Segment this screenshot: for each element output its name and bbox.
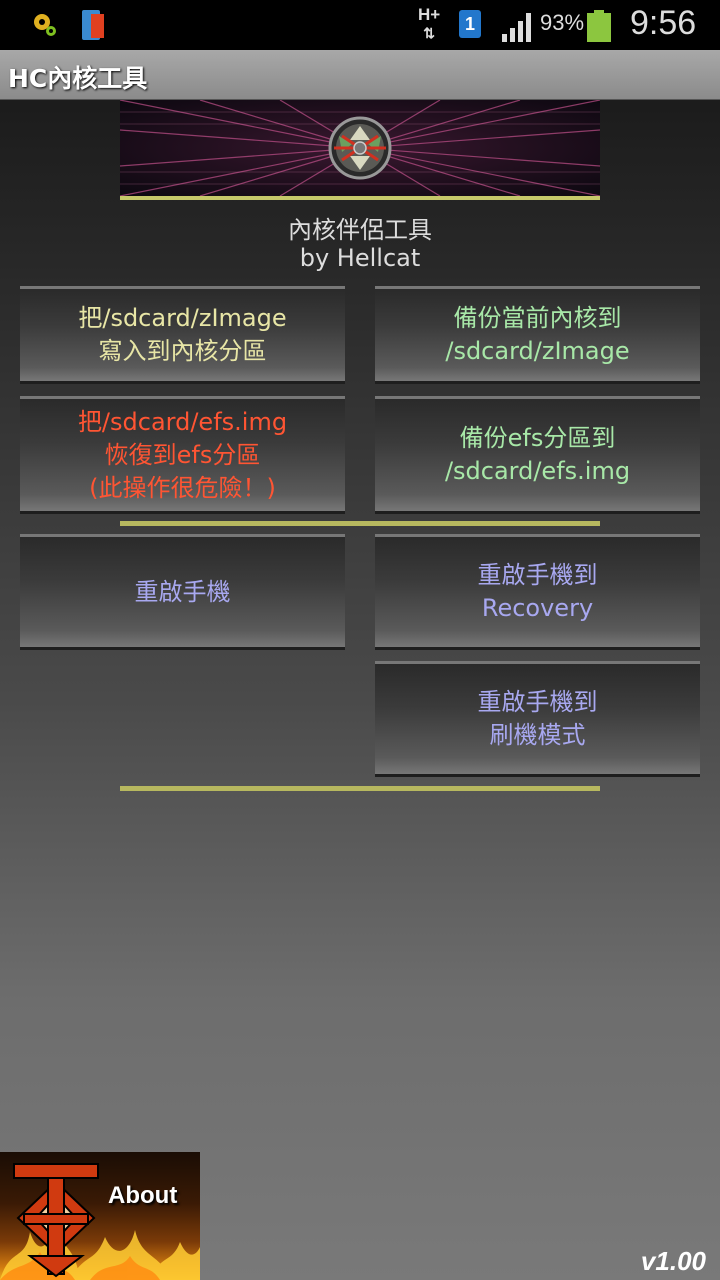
app-author: by Hellcat — [299, 244, 421, 272]
restore-efs-button[interactable]: 把/sdcard/efs.img 恢復到efs分區 (此操作很危險！) — [20, 396, 345, 514]
button-label-line: 把/sdcard/zImage — [78, 304, 287, 332]
logo-icon — [13, 1163, 99, 1278]
about-button[interactable]: About — [0, 1152, 200, 1280]
version-label: v1.00 — [640, 1246, 706, 1276]
button-label-line: 重啟手機到 — [477, 688, 598, 716]
network-type-indicator: H+ ⇅ — [418, 5, 441, 42]
signal-strength-icon — [502, 13, 531, 42]
banner-graphic — [120, 100, 600, 196]
sim-slot-icon: 1 — [459, 10, 481, 38]
backup-efs-button[interactable]: 備份efs分區到 /sdcard/efs.img — [375, 396, 700, 514]
button-label-line: 備份efs分區到 — [459, 424, 616, 452]
banner-divider — [120, 196, 600, 200]
header-banner — [120, 100, 600, 196]
button-label-line: Recovery — [481, 594, 594, 622]
battery-icon — [587, 10, 611, 42]
danger-warning-text: (此操作很危險！) — [89, 473, 276, 502]
section-divider — [120, 521, 600, 526]
clock: 9:56 — [630, 4, 697, 42]
button-label-line: 恢復到efs分區 — [104, 440, 261, 469]
data-arrows-icon: ⇅ — [423, 25, 435, 41]
about-label: About — [108, 1182, 178, 1209]
settings-notification-icon — [34, 14, 56, 36]
button-label-line: 備份當前內核到 — [453, 304, 622, 332]
status-bar: H+ ⇅ 1 93% 9:56 — [0, 0, 720, 50]
button-label-line: 把/sdcard/efs.img — [77, 407, 288, 436]
app-notification-icon — [82, 10, 104, 40]
app-title: HC內核工具 — [8, 64, 148, 93]
title-bar: HC內核工具 — [0, 50, 720, 100]
section-divider — [120, 786, 600, 791]
button-label-line: 重啟手機到 — [477, 561, 598, 589]
reboot-download-mode-button[interactable]: 重啟手機到 刷機模式 — [375, 661, 700, 777]
button-label-line: 寫入到內核分區 — [98, 337, 267, 365]
button-label-line: /sdcard/zImage — [445, 337, 630, 365]
emblem-icon — [328, 116, 392, 180]
reboot-recovery-button[interactable]: 重啟手機到 Recovery — [375, 534, 700, 650]
button-label-line: /sdcard/efs.img — [444, 457, 631, 485]
button-label-line: 刷機模式 — [489, 721, 586, 749]
backup-kernel-button[interactable]: 備份當前內核到 /sdcard/zImage — [375, 286, 700, 384]
flash-zimage-button[interactable]: 把/sdcard/zImage 寫入到內核分區 — [20, 286, 345, 384]
button-label-line: 重啟手機 — [134, 577, 231, 606]
reboot-button[interactable]: 重啟手機 — [20, 534, 345, 650]
app-subtitle: 內核伴侶工具 — [288, 216, 432, 244]
battery-percentage: 93% — [540, 10, 585, 35]
